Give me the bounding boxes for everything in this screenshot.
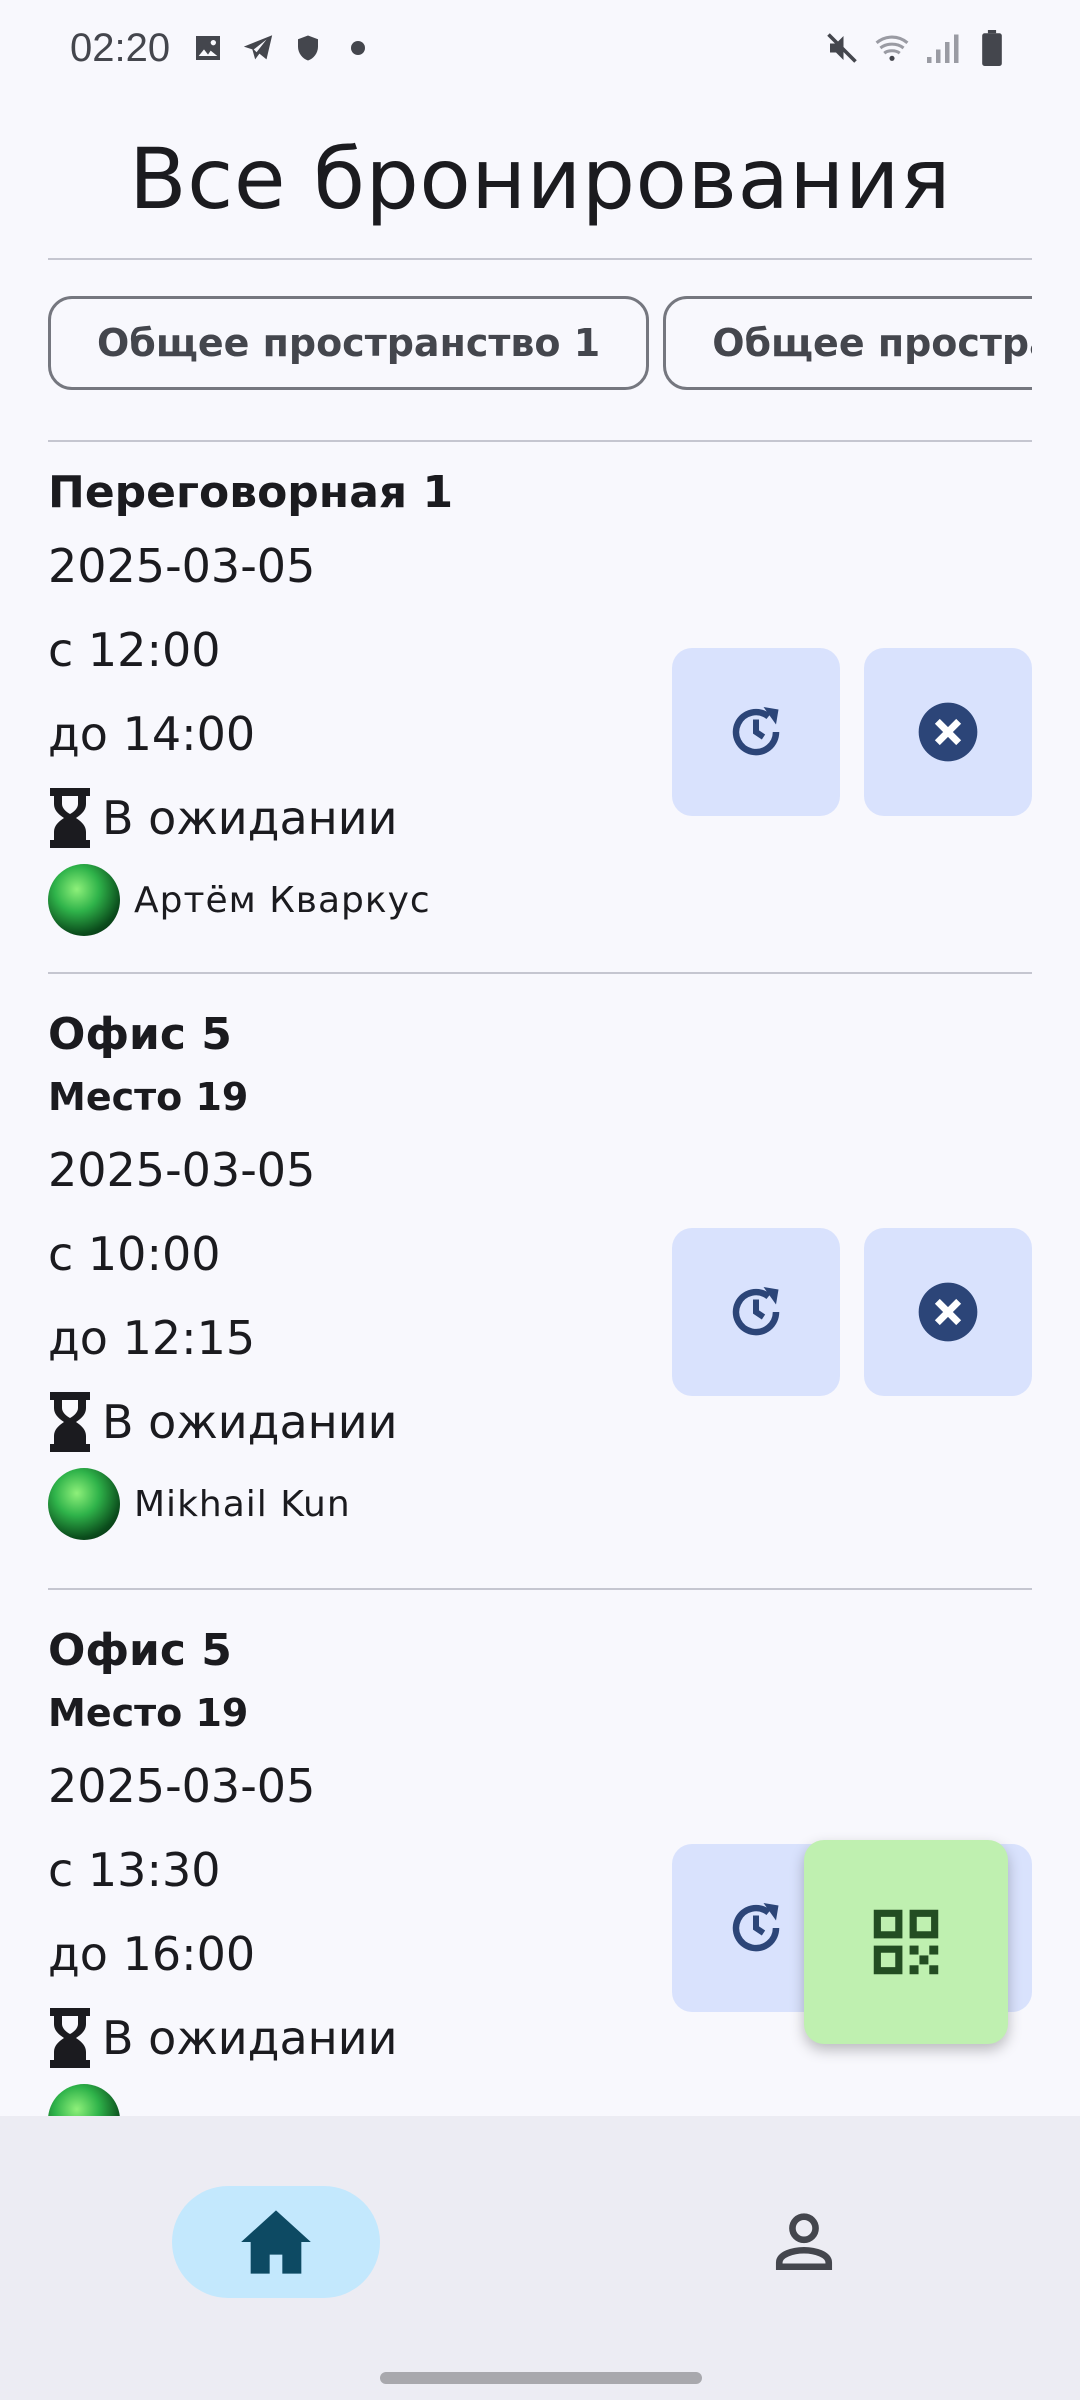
signal-icon bbox=[924, 30, 960, 66]
nav-home[interactable] bbox=[172, 2186, 380, 2298]
avatar bbox=[48, 2084, 120, 2116]
booking-seat: Место 19 bbox=[48, 1075, 249, 1119]
reschedule-button[interactable] bbox=[672, 648, 840, 816]
booking-seat: Место 19 bbox=[48, 1691, 249, 1735]
close-circle-icon bbox=[918, 1282, 978, 1342]
status-label: В ожидании bbox=[102, 1395, 398, 1449]
nav-profile[interactable] bbox=[754, 2186, 854, 2298]
title-divider bbox=[48, 258, 1032, 260]
avatar bbox=[48, 1468, 120, 1540]
user-name: Mikhail Kun bbox=[134, 1483, 351, 1525]
reschedule-button[interactable] bbox=[672, 1228, 840, 1396]
clock-refresh-icon bbox=[732, 707, 780, 756]
booking-room: Офис 5 bbox=[48, 1625, 232, 1676]
booking-divider bbox=[48, 1588, 1032, 1590]
cancel-booking-button[interactable] bbox=[864, 1228, 1032, 1396]
booking-actions bbox=[672, 648, 1032, 816]
booking-user: Mikhail Kun bbox=[48, 1464, 1032, 1544]
booking-room: Офис 5 bbox=[48, 1009, 232, 1060]
booking-user bbox=[48, 2080, 1032, 2116]
clock-refresh-icon bbox=[732, 1287, 780, 1336]
cancel-booking-button[interactable] bbox=[864, 648, 1032, 816]
home-icon bbox=[241, 2210, 311, 2274]
image-icon bbox=[190, 30, 226, 66]
chip-space-2[interactable]: Общее пространство 2 bbox=[663, 296, 1032, 390]
booking-user: Артём Кваркус bbox=[48, 860, 1032, 940]
chip-space-1[interactable]: Общее пространство 1 bbox=[48, 296, 650, 390]
clock-refresh-icon bbox=[732, 1903, 780, 1952]
chips-divider bbox=[48, 440, 1032, 442]
bottom-navigation bbox=[0, 2116, 1080, 2400]
status-time: 02:20 bbox=[70, 25, 171, 70]
battery-icon bbox=[974, 30, 1010, 66]
user-name: Артём Кваркус bbox=[134, 879, 431, 921]
booking-date: 2025-03-05 bbox=[48, 539, 316, 593]
shield-icon bbox=[290, 30, 326, 66]
booking-date: 2025-03-05 bbox=[48, 1759, 316, 1813]
status-label: В ожидании bbox=[102, 791, 398, 845]
hourglass-icon bbox=[48, 2008, 92, 2068]
telegram-icon bbox=[240, 30, 276, 66]
hourglass-icon bbox=[48, 788, 92, 848]
booking-date: 2025-03-05 bbox=[48, 1143, 316, 1197]
close-circle-icon bbox=[918, 702, 978, 762]
booking-room: Переговорная 1 bbox=[48, 467, 454, 518]
booking-card: Переговорная 1 2025-03-05 с 12:00 до 14:… bbox=[48, 462, 1032, 962]
avatar bbox=[48, 864, 120, 936]
status-bar: 02:20 bbox=[0, 0, 1080, 96]
gesture-bar[interactable] bbox=[380, 2372, 702, 2384]
booking-actions bbox=[672, 1228, 1032, 1396]
space-filter-chips[interactable]: Общее пространство 1Общее пространство 2 bbox=[48, 296, 1032, 392]
wifi-icon bbox=[874, 30, 910, 66]
booking-card: Офис 5 Место 19 2025-03-05 с 10:00 до 12… bbox=[48, 1004, 1032, 1584]
dot-icon bbox=[340, 30, 376, 66]
person-icon bbox=[775, 2213, 833, 2271]
hourglass-icon bbox=[48, 1392, 92, 1452]
mute-icon bbox=[824, 30, 860, 66]
qr-scan-button[interactable] bbox=[804, 1840, 1008, 2044]
booking-divider bbox=[48, 972, 1032, 974]
status-label: В ожидании bbox=[102, 2011, 398, 2065]
qr-code-icon bbox=[873, 1909, 939, 1975]
page-title: Все бронирования bbox=[129, 130, 951, 228]
